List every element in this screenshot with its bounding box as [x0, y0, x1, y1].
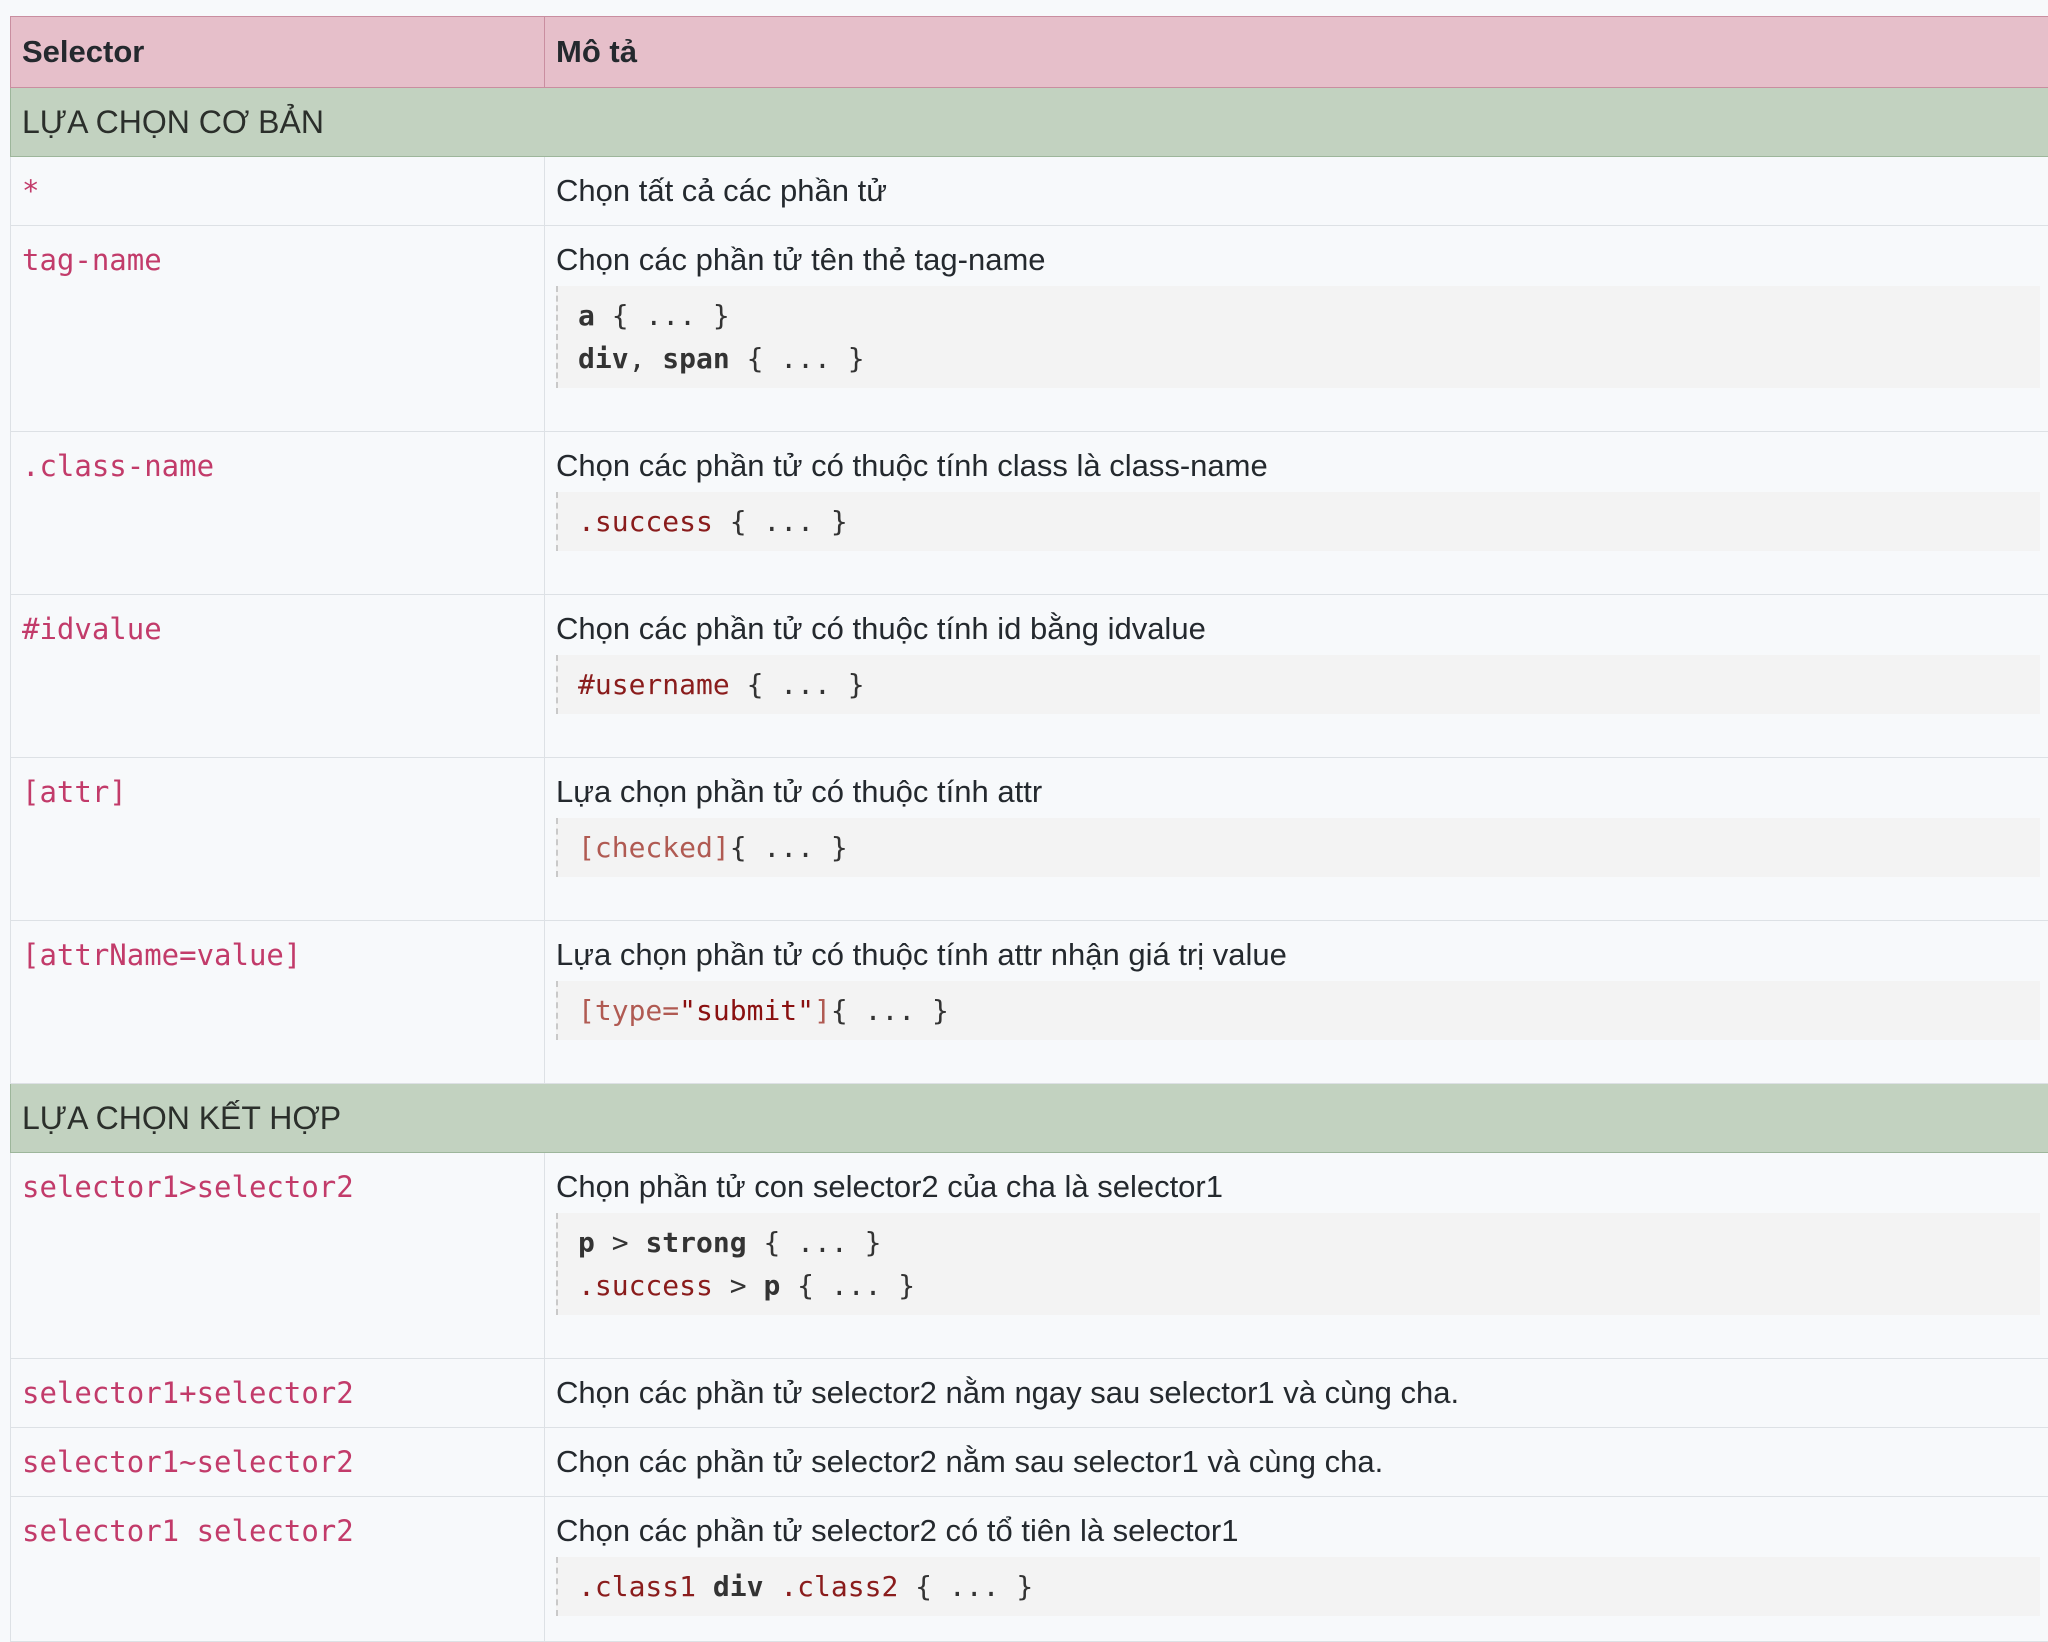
- code-example: p > strong { ... }.success > p { ... }: [556, 1213, 2040, 1315]
- code-token: { ... }: [730, 831, 848, 864]
- table-row: selector1>selector2 Chọn phần tử con sel…: [11, 1153, 2048, 1359]
- selector-cell: selector1+selector2: [11, 1359, 545, 1428]
- code-line: .success > p { ... }: [578, 1264, 2040, 1307]
- code-token: a: [578, 299, 595, 332]
- code-example: a { ... }div, span { ... }: [556, 286, 2040, 388]
- code-line: .success { ... }: [578, 500, 2040, 543]
- table-header-row: Selector Mô tả: [11, 17, 2048, 88]
- code-line: [type="submit"]{ ... }: [578, 989, 2040, 1032]
- selector-cell: selector1>selector2: [11, 1153, 545, 1359]
- description-text: Chọn tất cả các phần tử: [556, 171, 2048, 211]
- code-example: .class1 div .class2 { ... }: [556, 1557, 2040, 1616]
- description-text: Chọn phần tử con selector2 của cha là se…: [556, 1167, 2048, 1207]
- code-example: [checked]{ ... }: [556, 818, 2040, 877]
- code-line: .class1 div .class2 { ... }: [578, 1565, 2040, 1608]
- code-token: "submit": [679, 994, 814, 1027]
- description-text: Chọn các phần tử có thuộc tính class là …: [556, 446, 2048, 486]
- selector-cell: #idvalue: [11, 595, 545, 758]
- code-line: a { ... }: [578, 294, 2040, 337]
- code-token: { ... }: [831, 994, 949, 1027]
- code-token: { ... }: [747, 1226, 882, 1259]
- table-row: #idvalue Chọn các phần tử có thuộc tính …: [11, 595, 2048, 758]
- code-token: >: [595, 1226, 646, 1259]
- section-combined-title: LỰA CHỌN KẾT HỢP: [11, 1084, 2048, 1153]
- code-token: span: [662, 342, 729, 375]
- code-token: #username: [578, 668, 730, 701]
- description-cell: Chọn các phần tử selector2 có tổ tiên là…: [545, 1497, 2048, 1642]
- selector-cell: selector1 selector2: [11, 1497, 545, 1642]
- section-basic-row: LỰA CHỌN CƠ BẢN: [11, 88, 2048, 157]
- description-text: Chọn các phần tử selector2 nằm ngay sau …: [556, 1373, 2048, 1413]
- code-token: div: [713, 1570, 764, 1603]
- code-token: { ... }: [713, 505, 848, 538]
- code-example: .success { ... }: [556, 492, 2040, 551]
- code-token: .class1: [578, 1570, 696, 1603]
- header-selector: Selector: [11, 17, 545, 88]
- selector-cell: tag-name: [11, 226, 545, 432]
- code-token: [checked]: [578, 831, 730, 864]
- section-combined-row: LỰA CHỌN KẾT HỢP: [11, 1084, 2048, 1153]
- table-row: selector1+selector2 Chọn các phần tử sel…: [11, 1359, 2048, 1428]
- code-token: div: [578, 342, 629, 375]
- description-cell: Chọn các phần tử có thuộc tính class là …: [545, 432, 2048, 595]
- selector-cell: [attr]: [11, 758, 545, 921]
- description-cell: Lựa chọn phần tử có thuộc tính attr [che…: [545, 758, 2048, 921]
- code-example: #username { ... }: [556, 655, 2040, 714]
- table-row: selector1 selector2 Chọn các phần tử sel…: [11, 1497, 2048, 1642]
- selector-cell: selector1~selector2: [11, 1428, 545, 1497]
- css-selector-table: Selector Mô tả LỰA CHỌN CƠ BẢN * Chọn tấ…: [10, 16, 2048, 1642]
- description-text: Chọn các phần tử có thuộc tính id bằng i…: [556, 609, 2048, 649]
- code-token: ,: [629, 342, 663, 375]
- code-token: { ... }: [595, 299, 730, 332]
- description-cell: Chọn các phần tử selector2 nằm sau selec…: [545, 1428, 2048, 1497]
- table-row: * Chọn tất cả các phần tử: [11, 157, 2048, 226]
- table-row: tag-name Chọn các phần tử tên thẻ tag-na…: [11, 226, 2048, 432]
- code-token: .success: [578, 1269, 713, 1302]
- description-cell: Lựa chọn phần tử có thuộc tính attr nhận…: [545, 921, 2048, 1084]
- code-token: .success: [578, 505, 713, 538]
- description-cell: Chọn các phần tử tên thẻ tag-name a { ..…: [545, 226, 2048, 432]
- code-token: [763, 1570, 780, 1603]
- code-token: { ... }: [898, 1570, 1033, 1603]
- header-description: Mô tả: [545, 17, 2048, 88]
- description-text: Lựa chọn phần tử có thuộc tính attr: [556, 772, 2048, 812]
- description-cell: Chọn tất cả các phần tử: [545, 157, 2048, 226]
- description-cell: Chọn các phần tử có thuộc tính id bằng i…: [545, 595, 2048, 758]
- code-token: { ... }: [780, 1269, 915, 1302]
- description-text: Chọn các phần tử tên thẻ tag-name: [556, 240, 2048, 280]
- code-line: div, span { ... }: [578, 337, 2040, 380]
- selector-cell: .class-name: [11, 432, 545, 595]
- description-text: Chọn các phần tử selector2 nằm sau selec…: [556, 1442, 2048, 1482]
- code-token: .class2: [780, 1570, 898, 1603]
- table-row: [attr] Lựa chọn phần tử có thuộc tính at…: [11, 758, 2048, 921]
- table-row: .class-name Chọn các phần tử có thuộc tí…: [11, 432, 2048, 595]
- description-cell: Chọn phần tử con selector2 của cha là se…: [545, 1153, 2048, 1359]
- code-example: [type="submit"]{ ... }: [556, 981, 2040, 1040]
- code-token: [696, 1570, 713, 1603]
- code-line: #username { ... }: [578, 663, 2040, 706]
- description-text: Chọn các phần tử selector2 có tổ tiên là…: [556, 1511, 2048, 1551]
- code-token: ]: [814, 994, 831, 1027]
- code-line: p > strong { ... }: [578, 1221, 2040, 1264]
- code-line: [checked]{ ... }: [578, 826, 2040, 869]
- code-token: strong: [645, 1226, 746, 1259]
- table-row: selector1~selector2 Chọn các phần tử sel…: [11, 1428, 2048, 1497]
- selector-cell: [attrName=value]: [11, 921, 545, 1084]
- code-token: { ... }: [730, 668, 865, 701]
- code-token: p: [578, 1226, 595, 1259]
- description-cell: Chọn các phần tử selector2 nằm ngay sau …: [545, 1359, 2048, 1428]
- selector-cell: *: [11, 157, 545, 226]
- section-basic-title: LỰA CHỌN CƠ BẢN: [11, 88, 2048, 157]
- code-token: p: [763, 1269, 780, 1302]
- code-token: >: [713, 1269, 764, 1302]
- code-token: [type=: [578, 994, 679, 1027]
- table-row: [attrName=value] Lựa chọn phần tử có thu…: [11, 921, 2048, 1084]
- code-token: { ... }: [730, 342, 865, 375]
- description-text: Lựa chọn phần tử có thuộc tính attr nhận…: [556, 935, 2048, 975]
